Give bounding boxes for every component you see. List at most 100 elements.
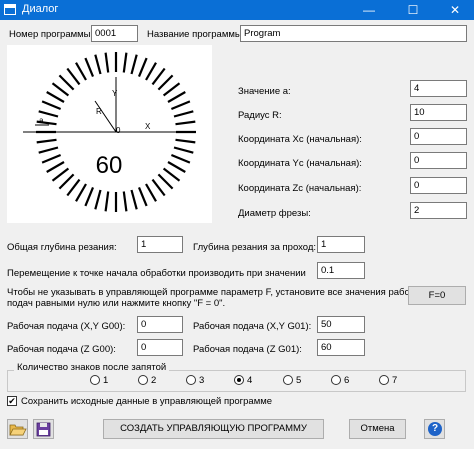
yc-label: Координата Yc (начальная): [238,158,362,169]
decimals-radio-label: 3 [199,375,205,386]
tick-mark [104,52,110,73]
decimals-radio-5[interactable] [283,375,293,385]
tick-mark [130,189,138,210]
yc-input[interactable]: 0 [410,152,467,169]
a-label: a [39,116,44,125]
pass-depth-input[interactable]: 1 [317,236,365,253]
x-axis-label: X [145,122,151,131]
save-data-checkbox[interactable]: ✔ [7,396,17,406]
feed-xy-g00-label: Рабочая подача (X,Y G00): [7,321,126,332]
decimals-radio-label: 4 [247,375,253,386]
program-number-input[interactable]: 0001 [91,25,138,42]
xc-label: Координата Xc (начальная): [238,134,362,145]
tick-mark [94,189,102,210]
decimals-radio-label: 2 [151,375,157,386]
feed-xy-g00-input[interactable]: 0 [137,316,183,333]
cancel-button[interactable]: Отмена [349,419,406,439]
radius-r-label: Радиус R: [238,110,282,121]
decimals-radio-4[interactable] [234,375,244,385]
help-icon: ? [428,422,442,436]
decimals-radio-1[interactable] [90,375,100,385]
feed-z-g01-input[interactable]: 60 [317,339,365,356]
y-axis-label: Y [112,89,118,98]
tick-mark [75,62,87,81]
tick-mark [175,120,196,126]
tick-mark [151,67,166,86]
decimals-radio-3[interactable] [186,375,196,385]
decimals-radio-6[interactable] [331,375,341,385]
tick-mark [175,138,196,144]
tick-mark [46,91,65,103]
tick-mark [122,52,128,73]
tick-mark [137,186,148,207]
decimals-radio-label: 6 [344,375,350,386]
xc-input[interactable]: 0 [410,128,467,145]
open-folder-button[interactable] [7,419,28,439]
radius-label: R [96,107,102,116]
diagram-big-number: 60 [96,152,123,179]
window-app-icon [4,4,16,15]
feed-note-line2: подач равными нулю или нажмите кнопку "F… [7,298,226,309]
zc-input[interactable]: 0 [410,177,467,194]
tick-mark [151,178,166,197]
feed-z-g00-input[interactable]: 0 [137,339,183,356]
tick-mark [104,191,110,212]
origin-label: 0 [116,126,121,135]
radius-r-input[interactable]: 10 [410,104,467,121]
total-depth-label: Общая глубина резания: [7,242,117,253]
tick-mark [46,161,65,173]
tick-mark [173,110,194,118]
feed-xy-g01-input[interactable]: 50 [317,316,365,333]
tick-mark [167,161,186,173]
tick-mark [162,82,181,97]
f-zero-button[interactable]: F=0 [408,286,466,305]
radius-line [94,100,117,133]
tick-mark [122,191,128,212]
create-program-button[interactable]: СОЗДАТЬ УПРАВЛЯЮЩУЮ ПРОГРАММУ [103,419,324,439]
zc-label: Координата Zc (начальная): [238,183,362,194]
program-name-label: Название программы: [147,29,245,40]
tick-mark [38,146,59,154]
approach-move-label: Перемещение к точке начала обработки про… [7,268,306,279]
tick-mark [58,74,75,91]
feed-note-line1: Чтобы не указывать в управляющей програм… [7,287,425,298]
tick-mark [162,167,181,182]
cutter-diameter-label: Диаметр фрезы: [238,208,311,219]
tick-mark [66,178,81,197]
a-value-input[interactable]: 4 [410,80,467,97]
tick-mark [157,74,174,91]
help-button[interactable]: ? [424,419,445,439]
tick-mark [94,54,102,75]
tick-mark [51,167,70,182]
feed-xy-g01-label: Рабочая подача (X,Y G01): [193,321,312,332]
close-button[interactable]: ✕ [440,0,470,20]
cutter-diameter-input[interactable]: 2 [410,202,467,219]
approach-move-input[interactable]: 0.1 [317,262,365,279]
minimize-button[interactable]: — [354,0,384,20]
tick-mark [84,186,95,207]
open-folder-icon [9,424,27,436]
program-name-input[interactable]: Program [240,25,467,42]
tick-mark [167,91,186,103]
tick-mark [66,67,81,86]
tick-mark [157,173,174,190]
decimals-radio-2[interactable] [138,375,148,385]
save-data-label: Сохранить исходные данные в управляющей … [21,396,273,407]
tick-mark [130,54,138,75]
maximize-button[interactable]: ☐ [398,0,428,20]
total-depth-input[interactable]: 1 [137,236,183,253]
decimals-radio-label: 5 [296,375,302,386]
feed-z-g01-label: Рабочая подача (Z G01): [193,344,302,355]
title-bar: Диалог — ☐ ✕ [0,0,474,20]
pass-depth-label: Глубина резания за проход: [193,242,317,253]
tick-mark [51,82,70,97]
tick-mark [145,183,157,202]
decimals-radio-7[interactable] [379,375,389,385]
tick-mark [41,100,62,111]
decimals-radio-label: 7 [392,375,398,386]
tick-mark [137,57,148,78]
tick-mark [170,100,191,111]
feed-z-g00-label: Рабочая подача (Z G00): [7,344,116,355]
program-number-label: Номер программы: [9,29,94,40]
save-file-button[interactable] [33,419,54,439]
